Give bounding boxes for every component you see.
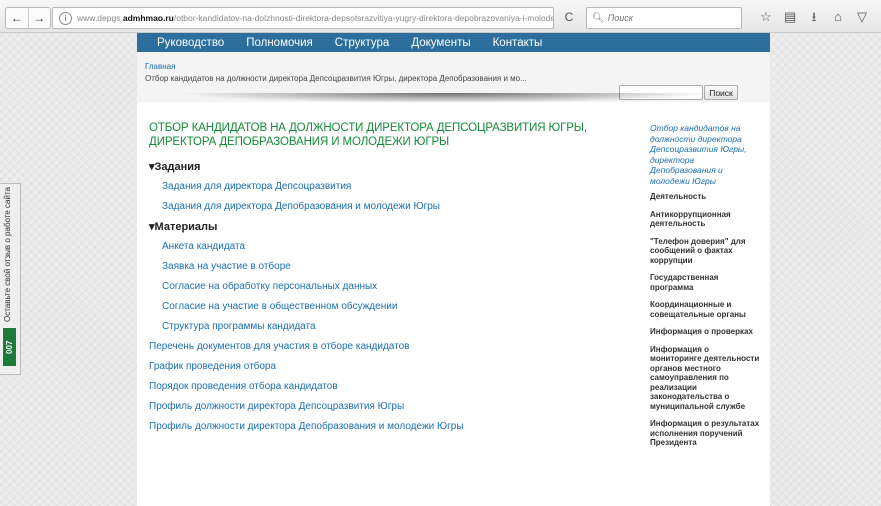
sidebar-item[interactable]: Информация о результатах исполнения пору…	[650, 419, 762, 448]
address-bar[interactable]: i www.depgs.admhmao.ru/otbor-kandidatov-…	[52, 7, 554, 29]
sidebar: Отбор кандидатов на должности директора …	[650, 123, 762, 456]
forward-button[interactable]: →	[27, 8, 51, 28]
reading-list-icon[interactable]: ▤	[784, 7, 796, 27]
sidebar-item[interactable]: Антикоррупционная деятельность	[650, 210, 762, 229]
sidebar-item[interactable]: Информация о мониторинге деятельности ор…	[650, 345, 762, 412]
link-profile-education[interactable]: Профиль должности директора Депобразован…	[149, 417, 635, 437]
url-domain: admhmao.ru	[122, 13, 174, 23]
link-discussion-consent[interactable]: Согласие на участие в общественном обсуж…	[149, 297, 635, 317]
sidebar-active-item[interactable]: Отбор кандидатов на должности директора …	[650, 123, 762, 186]
reload-button[interactable]: C	[554, 7, 584, 27]
feedback-badge: 007	[3, 328, 16, 366]
info-icon[interactable]: i	[59, 11, 72, 25]
page-title: Отбор кандидатов на должности директора …	[149, 122, 587, 148]
breadcrumb-current: Отбор кандидатов на должности директора …	[145, 74, 527, 83]
link-documents-list[interactable]: Перечень документов для участия в отборе…	[149, 337, 635, 357]
pocket-icon[interactable]: ▽	[856, 7, 868, 27]
url-text: www.depgs.admhmao.ru/otbor-kandidatov-na…	[77, 13, 554, 23]
nav-buttons: ← →	[5, 7, 51, 29]
link-task-education[interactable]: Задания для директора Депобразования и м…	[149, 197, 635, 217]
sidebar-item[interactable]: Информация о проверках	[650, 327, 762, 337]
nav-item-contacts[interactable]: Контакты	[493, 35, 543, 52]
download-icon[interactable]: ⭳	[808, 7, 820, 27]
link-profile-socdev[interactable]: Профиль должности директора Депсоцразвит…	[149, 397, 635, 417]
sidebar-item[interactable]: Государственная программа	[650, 273, 762, 292]
page-content: Руководство Полномочия Структура Докумен…	[137, 33, 770, 506]
section-heading-materials-label: Материалы	[154, 221, 218, 233]
main-content: Отбор кандидатов на должности директора …	[149, 121, 635, 437]
link-data-consent[interactable]: Согласие на обработку персональных данны…	[149, 277, 635, 297]
nav-item-structure[interactable]: Структура	[335, 35, 390, 52]
section-heading-tasks[interactable]: ▾Задания	[149, 157, 635, 177]
star-icon[interactable]: ☆	[760, 7, 772, 27]
browser-search[interactable]: 🔍︎	[586, 7, 742, 29]
browser-toolbar: ← → i www.depgs.admhmao.ru/otbor-kandida…	[0, 0, 881, 33]
link-schedule[interactable]: График проведения отбора	[149, 357, 635, 377]
feedback-label: Оставьте свой отзыв о работе сайта	[3, 186, 12, 322]
sidebar-item[interactable]: Координационные и совещательные органы	[650, 300, 762, 319]
back-button[interactable]: ←	[6, 8, 28, 28]
browser-tools: ☆ ▤ ⭳ ⌂ ▽	[760, 7, 868, 27]
feedback-tab[interactable]: Оставьте свой отзыв о работе сайта 007	[0, 183, 21, 375]
url-prefix: www.depgs.	[77, 13, 123, 23]
link-task-socdev[interactable]: Задания для директора Депсоцразвития	[149, 177, 635, 197]
browser-search-input[interactable]	[607, 13, 728, 23]
nav-item-powers[interactable]: Полномочия	[246, 35, 313, 52]
home-icon[interactable]: ⌂	[832, 7, 844, 27]
nav-item-leadership[interactable]: Руководство	[157, 35, 224, 52]
link-candidate-form[interactable]: Анкета кандидата	[149, 237, 635, 257]
sidebar-item[interactable]: "Телефон доверия" для сообщений о фактах…	[650, 237, 762, 266]
sidebar-item[interactable]: Деятельность	[650, 192, 762, 202]
header-shadow-divider	[177, 93, 717, 103]
section-heading-tasks-label: Задания	[154, 161, 201, 173]
link-procedure[interactable]: Порядок проведения отбора кандидатов	[149, 377, 635, 397]
link-application[interactable]: Заявка на участие в отборе	[149, 257, 635, 277]
section-heading-materials[interactable]: ▾Материалы	[149, 217, 635, 237]
url-path: /otbor-kandidatov-na-dolzhnosti-direktor…	[173, 13, 554, 23]
breadcrumb-home-link[interactable]: Главная	[145, 62, 175, 71]
search-icon: 🔍︎	[592, 12, 605, 24]
top-navigation: Руководство Полномочия Структура Докумен…	[137, 33, 770, 52]
link-program-structure[interactable]: Структура программы кандидата	[149, 317, 635, 337]
nav-item-documents[interactable]: Документы	[411, 35, 470, 52]
